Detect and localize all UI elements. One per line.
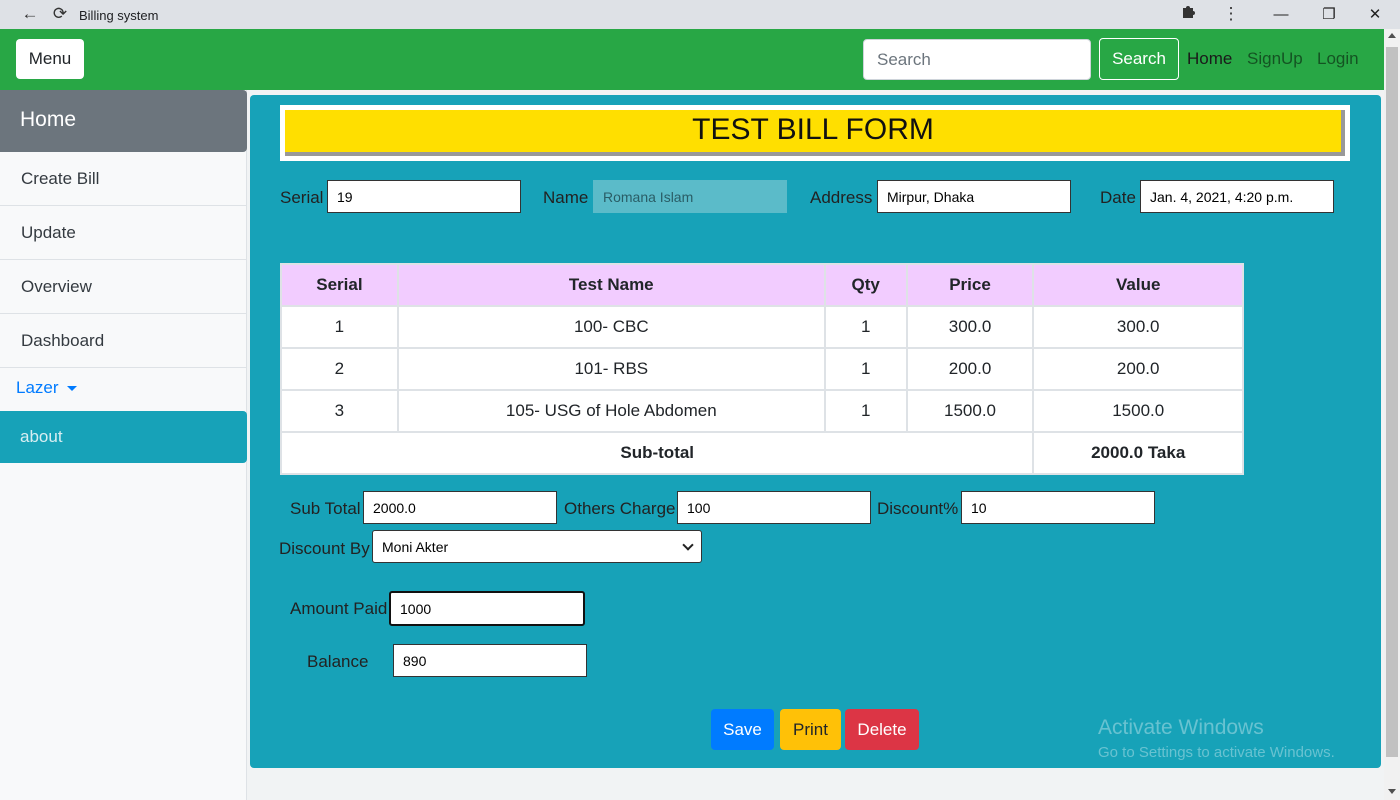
discount-by-select[interactable]: Moni Akter (372, 530, 702, 563)
amount-paid-label: Amount Paid (290, 599, 388, 618)
page-scrollbar[interactable] (1384, 29, 1400, 800)
search-button[interactable]: Search (1099, 38, 1179, 80)
name-field[interactable] (593, 180, 787, 213)
cell-serial: 2 (280, 347, 399, 391)
subtotal-value: 2000.0 Taka (1032, 431, 1244, 475)
cell-test-name: 105- USG of Hole Abdomen (396, 389, 826, 433)
extensions-puzzle-icon[interactable] (1178, 3, 1200, 25)
others-charge-field[interactable] (677, 491, 871, 524)
print-button[interactable]: Print (780, 709, 841, 750)
sidebar-item-home[interactable]: Home (0, 90, 247, 152)
cell-qty: 1 (823, 305, 908, 349)
restore-icon[interactable]: ❐ (1309, 2, 1349, 27)
column-header-test-name: Test Name (396, 263, 826, 307)
cell-value: 300.0 (1032, 305, 1244, 349)
sidebar-item-overview[interactable]: Overview (0, 260, 247, 314)
watermark-line-1: Activate Windows (1098, 716, 1264, 739)
sidebar-item-dashboard[interactable]: Dashboard (0, 314, 247, 368)
reload-icon[interactable]: ⟳ (49, 3, 71, 25)
table-row: 3 105- USG of Hole Abdomen 1 1500.0 1500… (280, 389, 1244, 433)
sub-total-field[interactable] (363, 491, 557, 524)
cell-test-name: 101- RBS (396, 347, 826, 391)
browser-toolbar: ← ⟳ Billing system ⋮ — ❐ ✕ (0, 0, 1400, 29)
top-navbar: Menu Search Home SignUp Login (0, 29, 1384, 90)
scroll-thumb[interactable] (1386, 47, 1398, 757)
scroll-up-arrow-icon[interactable] (1388, 33, 1396, 38)
cell-value: 1500.0 (1032, 389, 1244, 433)
bill-form-panel: TEST BILL FORM Serial Name Address Date … (250, 95, 1381, 768)
discount-by-selected: Moni Akter (382, 538, 449, 555)
windows-activation-watermark: Activate Windows Go to Settings to activ… (1098, 716, 1335, 761)
date-label: Date (1100, 188, 1136, 207)
serial-label: Serial (280, 188, 324, 207)
bill-items-table: Serial Test Name Qty Price Value 1 100- … (279, 263, 1244, 475)
cell-serial: 3 (280, 389, 399, 433)
column-header-value: Value (1032, 263, 1244, 307)
discount-label: Discount% (877, 499, 959, 518)
cell-test-name: 100- CBC (396, 305, 826, 349)
sidebar-dropdown-lazer[interactable]: Lazer (16, 378, 77, 398)
balance-field[interactable] (393, 644, 587, 677)
serial-field[interactable] (327, 180, 521, 213)
column-header-serial: Serial (280, 263, 399, 307)
cell-value: 200.0 (1032, 347, 1244, 391)
scroll-down-arrow-icon[interactable] (1388, 789, 1396, 794)
discount-field[interactable] (961, 491, 1155, 524)
sidebar-dropdown-label: Lazer (16, 378, 59, 397)
form-title: TEST BILL FORM (285, 110, 1345, 156)
cell-serial: 1 (280, 305, 399, 349)
column-header-price: Price (905, 263, 1035, 307)
table-header-row: Serial Test Name Qty Price Value (280, 263, 1244, 307)
watermark-line-2: Go to Settings to activate Windows. (1098, 744, 1335, 761)
cell-qty: 1 (823, 347, 908, 391)
nav-link-signup[interactable]: SignUp (1247, 49, 1303, 69)
close-window-icon[interactable]: ✕ (1355, 2, 1395, 27)
table-row: 2 101- RBS 1 200.0 200.0 (280, 347, 1244, 391)
table-row: 1 100- CBC 1 300.0 300.0 (280, 305, 1244, 349)
form-title-frame: TEST BILL FORM (280, 105, 1350, 161)
sidebar-item-about[interactable]: about (0, 411, 247, 463)
subtotal-row: Sub-total 2000.0 Taka (279, 431, 1244, 475)
column-header-qty: Qty (823, 263, 908, 307)
date-field[interactable] (1140, 180, 1334, 213)
sidebar-item-create-bill[interactable]: Create Bill (0, 152, 247, 206)
cell-price: 200.0 (905, 347, 1035, 391)
cell-price: 1500.0 (905, 389, 1035, 433)
tab-title: Billing system (79, 8, 159, 23)
balance-label: Balance (307, 652, 369, 671)
others-charge-label: Others Charge (564, 499, 676, 518)
menu-button[interactable]: Menu (16, 39, 84, 79)
search-input[interactable] (863, 39, 1091, 80)
cell-qty: 1 (823, 389, 908, 433)
address-label: Address (810, 188, 873, 207)
nav-link-login[interactable]: Login (1317, 49, 1359, 69)
sub-total-label: Sub Total (290, 499, 361, 518)
cell-price: 300.0 (905, 305, 1035, 349)
save-button[interactable]: Save (711, 709, 774, 750)
sidebar: Home Create Bill Update Overview Dashboa… (0, 90, 247, 800)
delete-button[interactable]: Delete (845, 709, 919, 750)
minimize-icon[interactable]: — (1261, 2, 1301, 27)
kebab-menu-icon[interactable]: ⋮ (1220, 3, 1242, 25)
back-arrow-icon[interactable]: ← (19, 3, 41, 25)
subtotal-label: Sub-total (279, 431, 1035, 475)
sidebar-item-update[interactable]: Update (0, 206, 247, 260)
amount-paid-field[interactable] (389, 591, 585, 626)
caret-down-icon (66, 386, 77, 392)
discount-by-label: Discount By (279, 539, 370, 558)
address-field[interactable] (877, 180, 1071, 213)
chevron-down-icon (682, 538, 694, 551)
nav-link-home[interactable]: Home (1187, 49, 1232, 69)
name-label: Name (543, 188, 589, 207)
